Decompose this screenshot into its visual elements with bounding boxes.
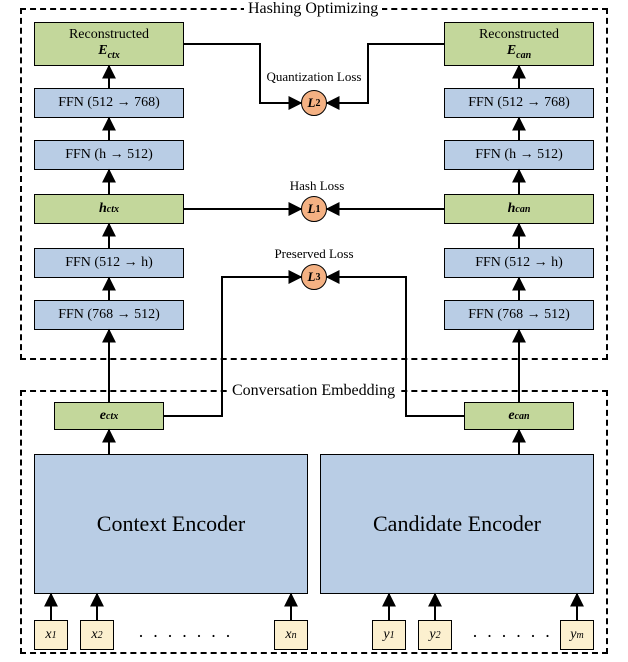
candidate-encoder: Candidate Encoder [320,454,594,594]
loss-l3: L3 [301,264,327,290]
h-can: hcan [444,194,594,224]
input-ym: ym [560,620,594,650]
ffn-can-h-512: FFN (h → 512) [444,140,594,170]
e-ctx: ectx [54,402,164,430]
hash-loss-label: Hash Loss [282,178,352,194]
reconstructed-ecan-lbl: Reconstructed [479,27,559,42]
e-can: ecan [464,402,574,430]
ffn-ctx-768-512: FFN (768 → 512) [34,300,184,330]
input-y2: y2 [418,620,452,650]
reconstructed-ectx-lbl: Reconstructed [69,27,149,42]
conversation-embedding-title: Conversation Embedding [228,382,399,400]
loss-l2: L2 [301,90,327,116]
ffn-can-512-768: FFN (512 → 768) [444,88,594,118]
ffn-ctx-h-512: FFN (h → 512) [34,140,184,170]
input-x1: x1 [34,620,68,650]
context-encoder: Context Encoder [34,454,308,594]
input-xn: xn [274,620,308,650]
h-ctx: hctx [34,194,184,224]
preserved-loss-label: Preserved Loss [264,246,364,262]
reconstructed-ectx-sym: Ectx [98,43,120,61]
ffn-ctx-512-768: FFN (512 → 768) [34,88,184,118]
input-x2: x2 [80,620,114,650]
ffn-can-768-512: FFN (768 → 512) [444,300,594,330]
input-x-dots: · · · · · · · [138,626,233,647]
loss-l1: L1 [301,196,327,222]
ffn-ctx-512-h: FFN (512 → h) [34,248,184,278]
ffn-can-512-h: FFN (512 → h) [444,248,594,278]
reconstructed-ectx: Reconstructed Ectx [34,22,184,66]
reconstructed-ecan: Reconstructed Ecan [444,22,594,66]
quantization-loss-label: Quantization Loss [246,69,382,85]
reconstructed-ecan-sym: Ecan [507,43,531,61]
input-y-dots: · · · · · · · [472,626,567,647]
hashing-optimizing-title: Hashing Optimizing [244,0,382,18]
input-y1: y1 [372,620,406,650]
